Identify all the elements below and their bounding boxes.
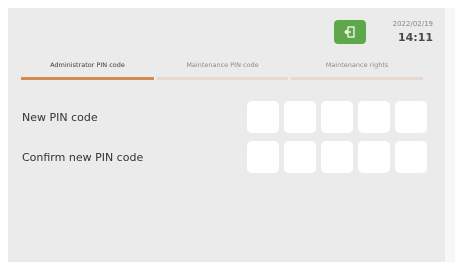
new-pin-digit-4[interactable]: [358, 101, 390, 133]
confirm-pin-digit-1[interactable]: [247, 141, 279, 173]
confirm-pin-digit-3[interactable]: [321, 141, 353, 173]
tab-maintenance-rights-underline: [291, 77, 423, 80]
new-pin-digit-2[interactable]: [284, 101, 316, 133]
date-text: 2022/02/19: [392, 20, 433, 28]
tab-maintenance-pin-label: Maintenance PIN code: [186, 61, 259, 69]
new-pin-input-group: [247, 101, 427, 133]
tab-administrator-pin-underline: [21, 77, 154, 80]
tab-maintenance-rights[interactable]: Maintenance rights: [291, 58, 423, 80]
tab-administrator-pin-label: Administrator PIN code: [50, 61, 125, 69]
tab-maintenance-pin-underline: [157, 77, 288, 80]
new-pin-digit-1[interactable]: [247, 101, 279, 133]
new-pin-label: New PIN code: [22, 111, 98, 124]
tab-administrator-pin[interactable]: Administrator PIN code: [21, 58, 154, 80]
main-screen: [8, 8, 445, 262]
tab-maintenance-rights-label: Maintenance rights: [325, 61, 389, 69]
time-text: 14:11: [397, 31, 433, 44]
confirm-pin-digit-4[interactable]: [358, 141, 390, 173]
logout-button[interactable]: [334, 20, 366, 44]
confirm-pin-digit-5[interactable]: [395, 141, 427, 173]
confirm-pin-digit-2[interactable]: [284, 141, 316, 173]
confirm-pin-input-group: [247, 141, 427, 173]
new-pin-digit-3[interactable]: [321, 101, 353, 133]
tab-maintenance-pin[interactable]: Maintenance PIN code: [157, 58, 288, 80]
right-gutter: [445, 8, 455, 262]
new-pin-digit-5[interactable]: [395, 101, 427, 133]
confirm-pin-label: Confirm new PIN code: [22, 151, 144, 164]
logout-icon: [344, 26, 355, 38]
tab-bar: Administrator PIN code Maintenance PIN c…: [21, 58, 423, 80]
